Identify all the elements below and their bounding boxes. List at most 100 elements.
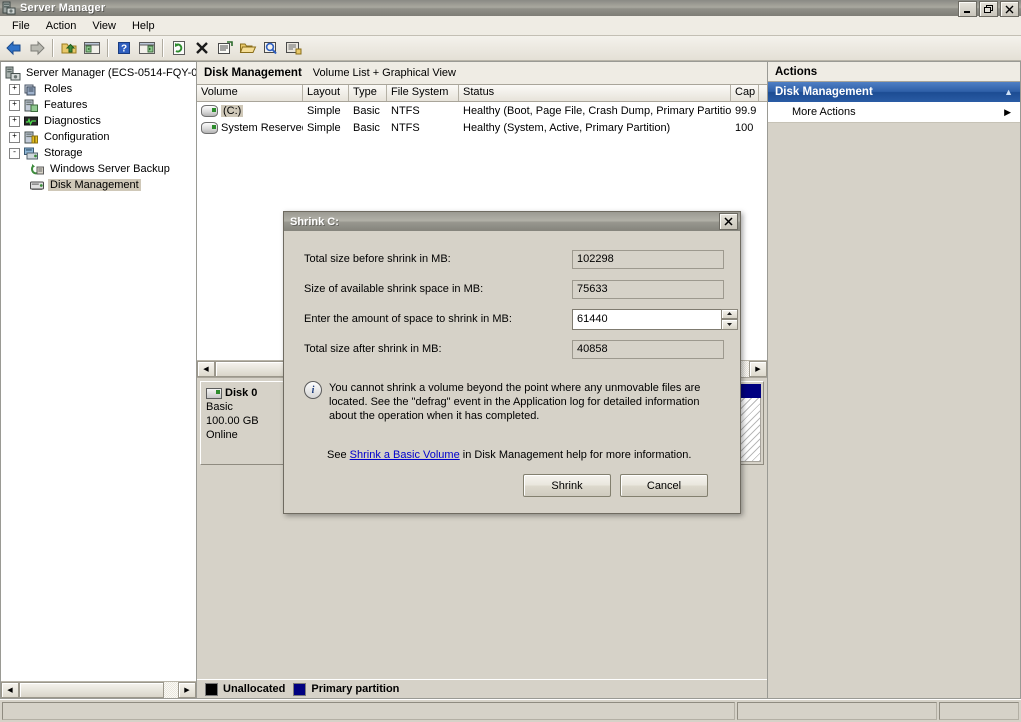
cell-volume: (C:) <box>197 104 303 117</box>
menu-action[interactable]: Action <box>38 18 85 34</box>
tree-item-storage[interactable]: - Storage <box>1 145 196 161</box>
tree-item-label: Server Manager (ECS-0514-FQY-00 <box>26 67 196 79</box>
expander-icon[interactable]: - <box>9 147 20 159</box>
cell-layout: Simple <box>307 121 341 134</box>
stepper-down-icon[interactable] <box>721 319 738 330</box>
volume-name: (C:) <box>221 104 244 117</box>
tree-item-windows-server-backup[interactable]: Windows Server Backup <box>1 161 196 177</box>
column-header-capacity[interactable]: Cap <box>731 85 759 101</box>
table-row[interactable]: System Reserved Simple Basic NTFS Health… <box>197 119 767 136</box>
scroll-left-icon[interactable]: ◀ <box>1 682 19 698</box>
cell-capacity: 99.9 <box>735 104 757 117</box>
statusbar-tertiary-pane <box>939 702 1019 720</box>
expander-icon[interactable]: + <box>9 115 20 127</box>
shrink-button[interactable]: Shrink <box>523 474 611 497</box>
scroll-right-icon[interactable]: ▶ <box>749 361 767 377</box>
field-label: Total size before shrink in MB: <box>304 253 451 265</box>
help-suffix: in Disk Management help for more informa… <box>459 449 692 461</box>
disk-icon <box>206 387 222 399</box>
column-header-layout[interactable]: Layout <box>303 85 349 101</box>
server-icon <box>5 66 21 81</box>
toolbar: ? <box>0 36 1021 61</box>
cell-volume: System Reserved <box>197 121 303 134</box>
volume-icon <box>201 104 218 117</box>
rescan-disks-icon[interactable] <box>283 37 305 59</box>
statusbar-secondary-pane <box>737 702 937 720</box>
tree-horizontal-scrollbar[interactable]: ◀ ▶ <box>1 681 196 698</box>
menubar: File Action View Help <box>0 16 1021 36</box>
search-icon[interactable] <box>260 37 282 59</box>
expander-icon[interactable]: + <box>9 83 20 95</box>
menu-help[interactable]: Help <box>124 18 163 34</box>
close-button[interactable] <box>1000 1 1019 17</box>
shrink-amount-input[interactable] <box>572 308 721 330</box>
actions-pane-filler <box>768 123 1020 698</box>
shrink-a-basic-volume-link[interactable]: Shrink a Basic Volume <box>350 449 460 461</box>
legend-swatch-primary <box>293 682 307 696</box>
storage-icon <box>23 146 39 161</box>
column-header-volume[interactable]: Volume <box>197 85 303 101</box>
forward-icon[interactable] <box>26 37 48 59</box>
show-hide-console-tree-icon[interactable] <box>81 37 103 59</box>
tree-item-disk-management[interactable]: Disk Management <box>1 177 196 193</box>
up-one-level-icon[interactable] <box>58 37 80 59</box>
tree-item-diagnostics[interactable]: + Diagnostics <box>1 113 196 129</box>
pane-header: Disk Management Volume List + Graphical … <box>197 62 767 85</box>
show-hide-action-pane-icon[interactable] <box>136 37 158 59</box>
actions-group-label: Disk Management <box>775 86 873 98</box>
tree-item-roles[interactable]: + Roles <box>1 81 196 97</box>
scroll-left-icon[interactable]: ◀ <box>197 361 215 377</box>
table-row[interactable]: (C:) Simple Basic NTFS Healthy (Boot, Pa… <box>197 102 767 119</box>
info-message: i You cannot shrink a volume beyond the … <box>300 381 724 423</box>
menu-file[interactable]: File <box>4 18 38 34</box>
open-folder-icon[interactable] <box>237 37 259 59</box>
legend-swatch-unallocated <box>205 682 218 696</box>
back-icon[interactable] <box>3 37 25 59</box>
expander-icon[interactable]: + <box>9 99 20 111</box>
tree-item-configuration[interactable]: + Configuration <box>1 129 196 145</box>
tree-item-features[interactable]: + Features <box>1 97 196 113</box>
disk-state: Online <box>206 429 238 441</box>
total-size-after-shrink-value: 40858 <box>572 339 724 359</box>
volume-name: System Reserved <box>221 121 303 134</box>
dialog-buttons: Shrink Cancel <box>300 474 724 497</box>
expander-icon[interactable]: + <box>9 131 20 143</box>
cell-layout: Simple <box>307 104 341 117</box>
tree-item-server-manager[interactable]: Server Manager (ECS-0514-FQY-00 <box>1 65 196 81</box>
chevron-up-icon[interactable]: ▲ <box>1004 87 1013 97</box>
delete-icon[interactable] <box>191 37 213 59</box>
column-header-status[interactable]: Status <box>459 85 731 101</box>
pane-title: Disk Management <box>204 67 302 79</box>
action-item-more-actions[interactable]: More Actions ▶ <box>768 102 1020 122</box>
legend-label: Unallocated <box>223 683 286 695</box>
disk-size: 100.00 GB <box>206 415 259 427</box>
minimize-button[interactable] <box>958 1 977 17</box>
tree-item-label: Windows Server Backup <box>50 163 170 175</box>
properties-icon[interactable] <box>214 37 236 59</box>
cell-status: Healthy (Boot, Page File, Crash Dump, Pr… <box>463 104 731 117</box>
roles-icon <box>23 82 39 97</box>
statusbar <box>0 699 1021 722</box>
scroll-track[interactable] <box>164 682 178 698</box>
scroll-right-icon[interactable]: ▶ <box>178 682 196 698</box>
refresh-icon[interactable] <box>168 37 190 59</box>
stepper-up-icon[interactable] <box>721 308 738 319</box>
server-manager-icon <box>2 1 16 15</box>
column-header-file-system[interactable]: File System <box>387 85 459 101</box>
statusbar-main-pane <box>2 702 735 720</box>
dialog-close-icon[interactable] <box>719 213 738 230</box>
field-label: Enter the amount of space to shrink in M… <box>304 313 512 325</box>
volume-list-header: Volume Layout Type File System Status Ca… <box>197 85 767 102</box>
scroll-thumb[interactable] <box>19 682 164 698</box>
shrink-amount-stepper[interactable] <box>572 308 738 330</box>
restore-button[interactable] <box>979 1 998 17</box>
stepper-buttons <box>721 308 738 330</box>
column-header-type[interactable]: Type <box>349 85 387 101</box>
disk-info-panel[interactable]: Disk 0 Basic 100.00 GB Online <box>200 381 286 465</box>
actions-group-disk-management[interactable]: Disk Management ▲ <box>768 82 1020 102</box>
help-icon[interactable]: ? <box>113 37 135 59</box>
server-manager-window: Server Manager File Action View Help ? S… <box>0 0 1021 722</box>
field-total-size-after-shrink: Total size after shrink in MB: 40858 <box>300 335 724 363</box>
cancel-button[interactable]: Cancel <box>620 474 708 497</box>
menu-view[interactable]: View <box>84 18 124 34</box>
